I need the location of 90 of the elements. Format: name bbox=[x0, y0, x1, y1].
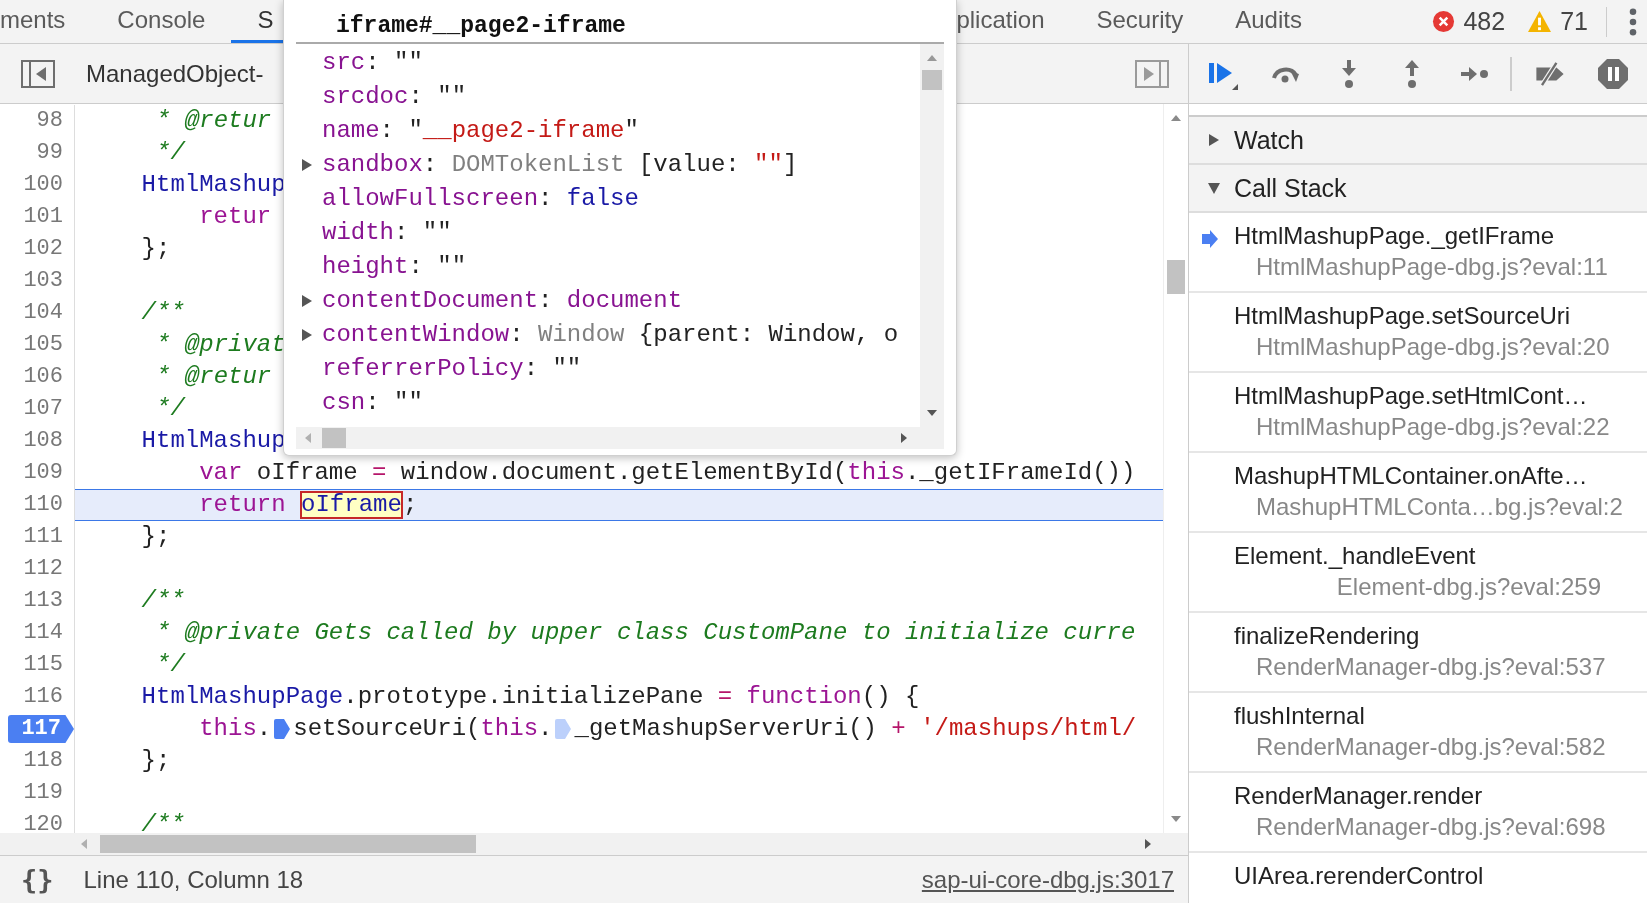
call-frame-location[interactable]: Element-dbg.js?eval:259 bbox=[1336, 573, 1601, 600]
call-frame-location[interactable]: HtmlMashupPage-dbg.js?eval:22 bbox=[1256, 413, 1610, 440]
code-text: /** bbox=[141, 586, 185, 616]
section-header[interactable]: Watch bbox=[1189, 117, 1647, 165]
line-number[interactable]: 111 bbox=[8, 523, 74, 551]
line-number[interactable]: 120 bbox=[8, 811, 74, 833]
panel-tab[interactable]: Console bbox=[91, 0, 232, 43]
call-frame-location[interactable]: HtmlMashupPage-dbg.js?eval:20 bbox=[1256, 333, 1610, 360]
code-text: }; bbox=[141, 522, 171, 552]
code-text: HtmlMashup bbox=[141, 170, 286, 200]
code-text: /** bbox=[141, 298, 185, 328]
panel-tab[interactable]: ments bbox=[0, 0, 92, 43]
source-link[interactable]: sap-ui-core-dbg.js:3017 bbox=[921, 865, 1174, 894]
line-number[interactable]: 107 bbox=[8, 395, 74, 423]
code-text: setSourceUri(this. bbox=[293, 714, 553, 744]
code-text: * @privat bbox=[156, 330, 286, 360]
property-line: width: "" bbox=[322, 218, 452, 248]
code-text: * @private Gets called by upper class CustomPane to initialize curre bbox=[156, 618, 1136, 648]
panel-tab[interactable]: Security bbox=[1070, 0, 1210, 43]
line-number[interactable]: 98 bbox=[8, 107, 74, 135]
call-frame-location[interactable]: RenderManager-dbg.js?eval:698 bbox=[1256, 813, 1606, 840]
pretty-print-button[interactable]: {} bbox=[21, 864, 54, 895]
popover-title: iframe#__page2-iframe bbox=[296, 0, 944, 44]
call-frame-location[interactable]: HtmlMashupPage-dbg.js?eval:11 bbox=[1256, 253, 1608, 280]
call-frame-location[interactable]: MashupHTMLConta…bg.js?eval:2 bbox=[1256, 493, 1623, 520]
property-line: srcdoc: "" bbox=[322, 82, 467, 112]
call-frame-name[interactable]: UIArea.rerenderControl bbox=[1234, 861, 1484, 891]
cursor-position: Line 110, Column 18 bbox=[83, 865, 304, 894]
line-number[interactable]: 104 bbox=[8, 299, 74, 327]
call-frame-name[interactable]: RenderManager.render bbox=[1234, 781, 1483, 811]
line-number[interactable]: 112 bbox=[8, 555, 74, 583]
call-frame-name[interactable]: HtmlMashupPage.setSourceUri bbox=[1234, 301, 1571, 331]
section-title: Call Stack bbox=[1234, 173, 1347, 203]
call-frame-name[interactable]: HtmlMashupPage._getIFrame bbox=[1234, 221, 1555, 251]
code-text: _getMashupServerUri() + '/mashups/html/ bbox=[574, 714, 1137, 744]
property-line: sandbox: DOMTokenList [value: ""] bbox=[322, 150, 798, 180]
property-line: height: "" bbox=[322, 252, 467, 282]
line-number[interactable]: 102 bbox=[8, 235, 74, 263]
property-line: contentDocument: document bbox=[322, 286, 683, 316]
line-number[interactable]: 99 bbox=[8, 139, 74, 167]
call-frame-location[interactable]: RenderManager-dbg.js?eval:537 bbox=[1256, 653, 1606, 680]
property-line: allowFullscreen: false bbox=[322, 184, 639, 214]
property-line: contentWindow: Window {parent: Window, o bbox=[322, 320, 899, 350]
line-number[interactable]: 105 bbox=[8, 331, 74, 359]
line-number[interactable]: 108 bbox=[8, 427, 74, 455]
code-text: */ bbox=[156, 650, 185, 680]
section-title: Watch bbox=[1234, 125, 1304, 155]
file-tab[interactable]: ManagedObject- bbox=[86, 59, 264, 88]
line-number[interactable]: 106 bbox=[8, 363, 74, 391]
line-number[interactable]: 114 bbox=[8, 619, 74, 647]
code-text: retur bbox=[199, 202, 272, 232]
property-line: name: "__page2-iframe" bbox=[322, 116, 639, 146]
property-line: referrerPolicy: "" bbox=[322, 354, 582, 384]
line-number[interactable]: 118 bbox=[8, 747, 74, 775]
line-number[interactable]: 119 bbox=[8, 779, 74, 807]
code-text: ; bbox=[402, 490, 418, 520]
code-text: this. bbox=[199, 714, 272, 744]
line-number[interactable]: 109 bbox=[8, 459, 74, 487]
call-frame-name[interactable]: finalizeRendering bbox=[1234, 621, 1420, 651]
code-text: var oIframe = window.document.getElementById(this._getIFrameId()) bbox=[199, 458, 1136, 488]
call-frame-name[interactable]: Element._handleEvent bbox=[1234, 541, 1476, 571]
line-number[interactable]: 115 bbox=[8, 651, 74, 679]
property-line: src: "" bbox=[322, 48, 423, 78]
code-text: HtmlMashupPage.prototype.initializePane = function() { bbox=[141, 682, 920, 712]
code-text: */ bbox=[156, 394, 185, 424]
code-text: */ bbox=[156, 138, 185, 168]
line-number[interactable]: 103 bbox=[8, 267, 74, 295]
code-text: /** bbox=[141, 810, 185, 833]
panel-tab[interactable]: Audits bbox=[1209, 0, 1328, 43]
code-text: * @retur bbox=[156, 106, 272, 136]
call-frame-name[interactable]: HtmlMashupPage.setHtmlCont… bbox=[1234, 381, 1588, 411]
hovered-token[interactable]: oIframe bbox=[300, 491, 403, 519]
line-number[interactable]: 101 bbox=[8, 203, 74, 231]
error-count: 482 bbox=[1463, 7, 1506, 36]
line-number[interactable]: 100 bbox=[8, 171, 74, 199]
line-number[interactable]: 110 bbox=[8, 491, 74, 519]
line-number[interactable]: 117 bbox=[8, 715, 74, 743]
section-header[interactable]: Call Stack bbox=[1189, 165, 1647, 213]
code-text: HtmlMashup bbox=[141, 426, 286, 456]
code-text: }; bbox=[141, 234, 171, 264]
line-number[interactable]: 113 bbox=[8, 587, 74, 615]
call-frame-location[interactable]: RenderManager-dbg.js?eval:582 bbox=[1256, 733, 1606, 760]
property-line: csn: "" bbox=[322, 388, 423, 418]
line-number[interactable]: 116 bbox=[8, 683, 74, 711]
call-frame-name[interactable]: MashupHTMLContainer.onAfte… bbox=[1234, 461, 1588, 491]
call-frame-name[interactable]: flushInternal bbox=[1234, 701, 1365, 731]
code-text: * @retur bbox=[156, 362, 272, 392]
code-text: return bbox=[199, 490, 287, 520]
code-text: }; bbox=[141, 746, 171, 776]
warning-count: 71 bbox=[1560, 7, 1588, 36]
